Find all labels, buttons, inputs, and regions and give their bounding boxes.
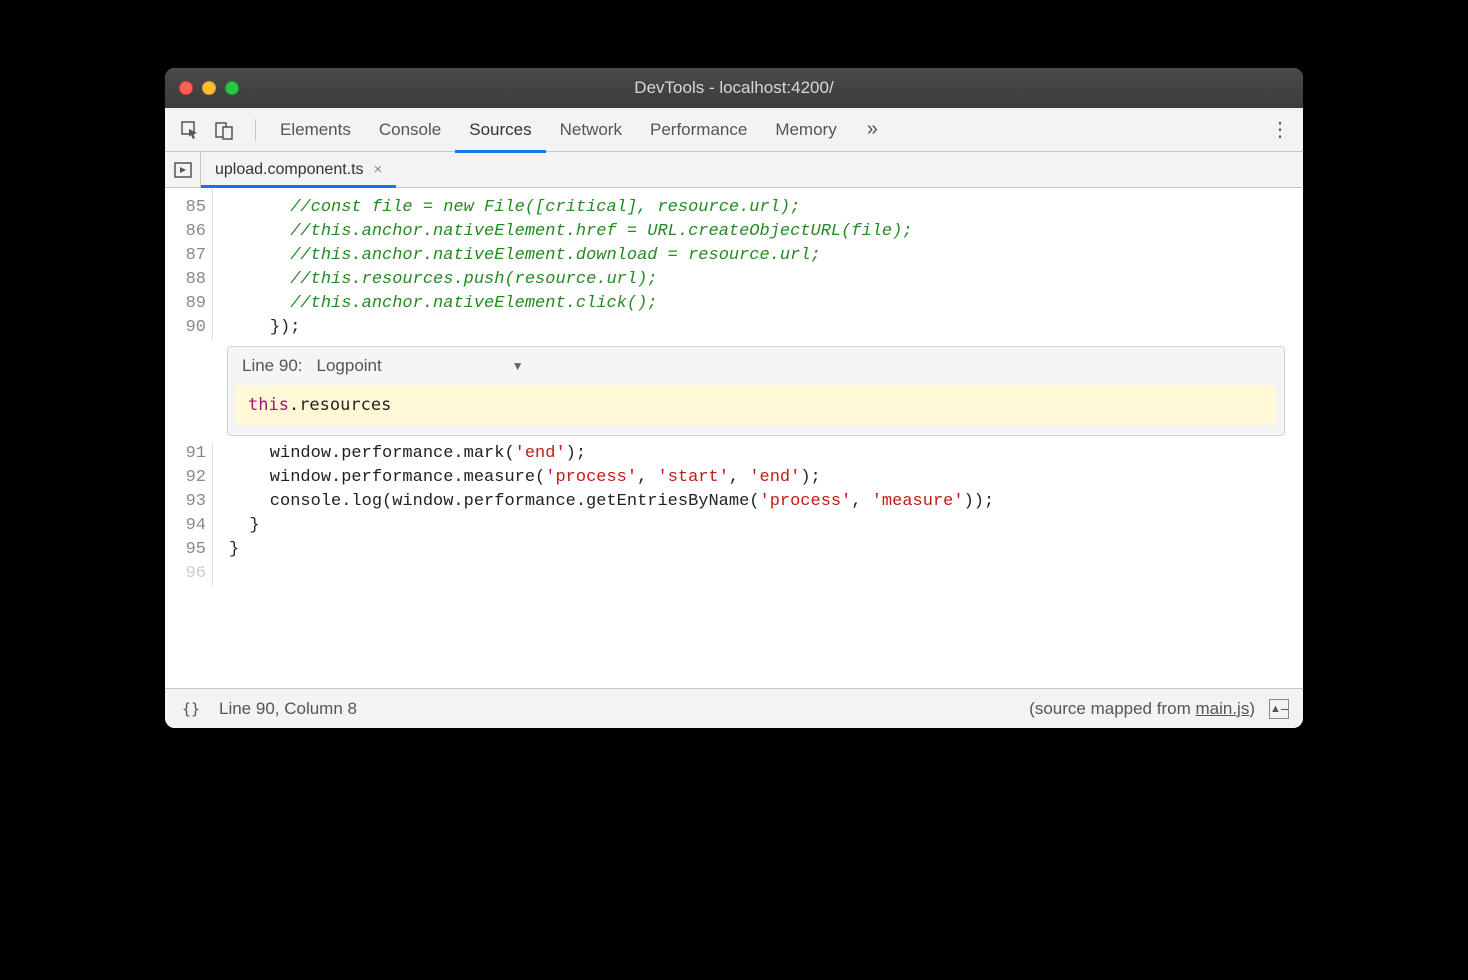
tab-sources[interactable]: Sources (455, 108, 545, 152)
inspect-element-icon[interactable] (177, 117, 203, 143)
code-editor[interactable]: 84 });85 //const file = new File([critic… (165, 188, 1303, 688)
cursor-position: Line 90, Column 8 (219, 699, 357, 719)
devtools-window: DevTools - localhost:4200/ ElementsConso… (165, 68, 1303, 728)
line-number[interactable]: 84 (165, 188, 213, 196)
line-number[interactable]: 94 (165, 514, 213, 538)
line-number[interactable]: 89 (165, 292, 213, 316)
tab-console[interactable]: Console (365, 108, 455, 152)
logpoint-expression-input[interactable]: this.resources (236, 385, 1276, 425)
code-line[interactable]: window.performance.measure('process', 's… (213, 466, 821, 490)
code-line[interactable]: window.performance.mark('end'); (213, 442, 586, 466)
line-number[interactable]: 86 (165, 220, 213, 244)
code-line[interactable]: } (213, 514, 260, 538)
source-map-info: (source mapped from main.js) (1029, 699, 1255, 719)
panel-tabs: ElementsConsoleSourcesNetworkPerformance… (266, 108, 851, 152)
code-line[interactable]: //this.anchor.nativeElement.click(); (213, 292, 657, 316)
logpoint-line-label: Line 90: (242, 354, 303, 378)
tab-performance[interactable]: Performance (636, 108, 761, 152)
file-tab-bar: upload.component.ts × (165, 152, 1303, 188)
more-tabs-button[interactable]: » (857, 118, 888, 141)
tab-memory[interactable]: Memory (761, 108, 850, 152)
code-line[interactable]: }); (213, 188, 229, 196)
pretty-print-button[interactable]: {} (179, 696, 205, 722)
line-number[interactable]: 92 (165, 466, 213, 490)
file-tab[interactable]: upload.component.ts × (201, 152, 396, 187)
settings-menu-button[interactable]: ⋮ (1265, 117, 1295, 142)
code-line[interactable]: //this.resources.push(resource.url); (213, 268, 657, 292)
line-number[interactable]: 88 (165, 268, 213, 292)
line-number[interactable]: 96 (165, 562, 213, 586)
breakpoint-type-value: Logpoint (317, 354, 382, 378)
logpoint-header: Line 90: Logpoint ▼ (228, 347, 1284, 385)
close-window-button[interactable] (179, 81, 193, 95)
code-line[interactable]: }); (213, 316, 300, 340)
line-number[interactable]: 90 (165, 316, 213, 340)
status-bar: {} Line 90, Column 8 (source mapped from… (165, 688, 1303, 728)
window-title: DevTools - localhost:4200/ (165, 78, 1303, 98)
toolbar-divider (255, 119, 256, 141)
titlebar: DevTools - localhost:4200/ (165, 68, 1303, 108)
code-line[interactable]: //this.anchor.nativeElement.href = URL.c… (213, 220, 913, 244)
code-line[interactable]: //this.anchor.nativeElement.download = r… (213, 244, 821, 268)
show-navigator-button[interactable] (165, 152, 201, 187)
logpoint-panel: Line 90: Logpoint ▼ this.resources (227, 346, 1285, 436)
traffic-lights (179, 81, 239, 95)
code-line[interactable]: console.log(window.performance.getEntrie… (213, 490, 994, 514)
line-number[interactable]: 95 (165, 538, 213, 562)
chevron-down-icon: ▼ (512, 354, 524, 378)
file-tab-name: upload.component.ts (215, 161, 364, 179)
close-file-tab-icon[interactable]: × (374, 161, 383, 178)
breakpoint-type-selector[interactable]: Logpoint ▼ (317, 354, 524, 378)
device-toggle-icon[interactable] (211, 117, 237, 143)
code-line[interactable]: //const file = new File([critical], reso… (213, 196, 800, 220)
code-line[interactable] (213, 562, 229, 586)
main-toolbar: ElementsConsoleSourcesNetworkPerformance… (165, 108, 1303, 152)
line-number[interactable]: 91 (165, 442, 213, 466)
zoom-window-button[interactable] (225, 81, 239, 95)
line-number[interactable]: 87 (165, 244, 213, 268)
toggle-drawer-button[interactable]: ▲ (1269, 699, 1289, 719)
minimize-window-button[interactable] (202, 81, 216, 95)
source-map-link[interactable]: main.js (1195, 699, 1249, 718)
tab-elements[interactable]: Elements (266, 108, 365, 152)
line-number[interactable]: 85 (165, 196, 213, 220)
code-line[interactable]: } (213, 538, 239, 562)
tab-network[interactable]: Network (546, 108, 636, 152)
line-number[interactable]: 93 (165, 490, 213, 514)
svg-text:{}: {} (182, 701, 200, 717)
